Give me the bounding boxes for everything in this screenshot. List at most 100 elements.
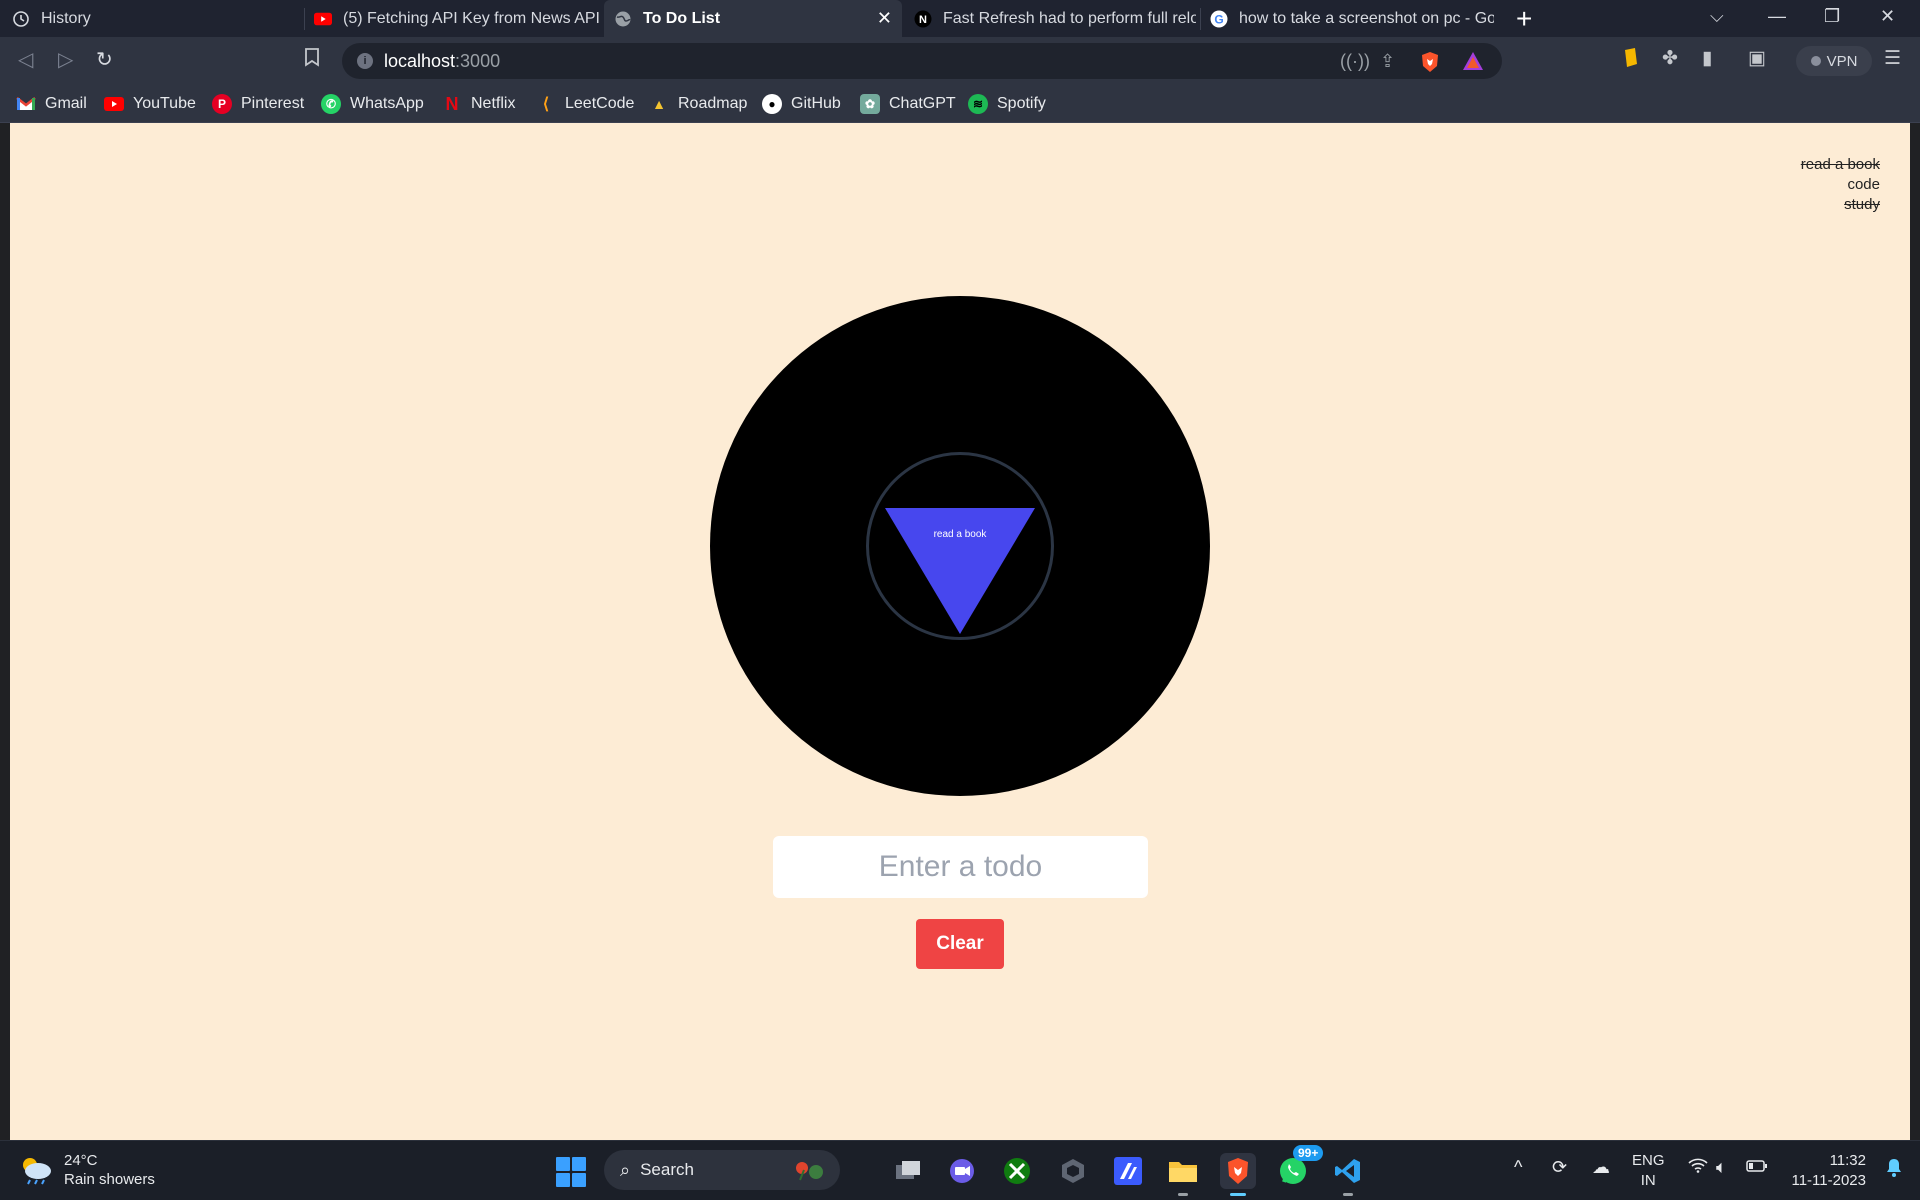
clock[interactable]: 11:32 11-11-2023 (1791, 1151, 1866, 1191)
sidebar-icon[interactable]: ▮ (1702, 47, 1712, 70)
cast-icon[interactable]: ((·)) (1340, 51, 1370, 72)
weather-widget[interactable]: 24°C Rain showers (18, 1151, 155, 1189)
bookmark-pinterest[interactable]: P Pinterest (212, 92, 304, 116)
close-tab-icon[interactable]: ✕ (877, 8, 892, 29)
nextjs-icon: N (914, 10, 932, 28)
language-indicator[interactable]: ENG IN (1632, 1151, 1665, 1191)
clock-date: 11-11-2023 (1791, 1172, 1866, 1189)
onedrive-icon[interactable]: ☁ (1592, 1157, 1610, 1178)
chat-app-icon[interactable] (944, 1153, 980, 1189)
close-window-icon[interactable]: ✕ (1880, 6, 1895, 27)
vpn-button[interactable]: VPN (1796, 46, 1872, 76)
tab-title: Fast Refresh had to perform full reload (943, 9, 1196, 27)
wallet-icon[interactable]: ▣ (1748, 47, 1766, 70)
bookmark-icon[interactable] (304, 47, 320, 73)
todo-input[interactable] (773, 836, 1148, 898)
editor-app-icon[interactable] (1110, 1153, 1146, 1189)
chatgpt-icon: ✿ (860, 94, 880, 114)
tab-fast-refresh[interactable]: N Fast Refresh had to perform full reloa… (914, 0, 1196, 37)
unity-hub-icon[interactable] (1055, 1153, 1091, 1189)
bookmark-spotify[interactable]: ≋ Spotify (968, 92, 1046, 116)
tab-todo-list[interactable]: To Do List ✕ (604, 0, 902, 37)
notification-badge: 99+ (1293, 1145, 1324, 1161)
share-icon[interactable]: ⇪ (1380, 51, 1395, 72)
youtube-icon (104, 94, 124, 114)
bookmark-github[interactable]: ● GitHub (762, 92, 841, 116)
brave-browser-icon[interactable] (1220, 1153, 1256, 1196)
spinner-disc[interactable]: read a book (710, 296, 1210, 796)
pinterest-icon: P (212, 94, 232, 114)
bookmark-chatgpt[interactable]: ✿ ChatGPT (860, 92, 956, 116)
running-indicator (1230, 1193, 1246, 1196)
bookmark-youtube[interactable]: YouTube (104, 92, 196, 116)
restore-icon[interactable]: ❐ (1824, 6, 1840, 27)
github-icon: ● (762, 94, 782, 114)
battery-icon[interactable] (1746, 1157, 1768, 1178)
vpn-status-icon (1810, 56, 1821, 66)
tab-title: To Do List (643, 9, 721, 27)
xbox-icon[interactable] (999, 1153, 1035, 1189)
menu-icon[interactable]: ☰ (1884, 47, 1901, 70)
wallet-extension-icon[interactable] (1622, 47, 1640, 75)
forward-icon[interactable]: ▷ (58, 47, 73, 72)
todo-item-done[interactable]: read a book (1801, 155, 1880, 175)
bookmark-roadmap[interactable]: ▲ Roadmap (649, 92, 747, 116)
search-highlight-icon (792, 1158, 826, 1188)
tab-news-api-video[interactable]: (5) Fetching API Key from News API | C (314, 0, 600, 37)
history-icon (12, 10, 30, 28)
tab-title: how to take a screenshot on pc - Goo (1239, 9, 1494, 27)
bookmark-netflix[interactable]: N Netflix (442, 92, 516, 116)
bookmark-gmail[interactable]: Gmail (16, 92, 87, 116)
whatsapp-icon: ✆ (321, 94, 341, 114)
extensions-icon[interactable]: ✤ (1662, 47, 1678, 70)
whatsapp-app-icon[interactable]: 99+ (1275, 1145, 1324, 1189)
running-indicator (1178, 1193, 1188, 1196)
netflix-icon: N (445, 93, 459, 114)
tab-google-search[interactable]: G how to take a screenshot on pc - Goo (1210, 0, 1494, 37)
reload-icon[interactable]: ↻ (96, 47, 113, 72)
brave-rewards-icon[interactable] (1462, 51, 1484, 76)
running-indicator (1343, 1193, 1353, 1196)
search-icon: ⌕ (620, 1159, 631, 1180)
tab-title: History (41, 9, 91, 27)
tab-title: (5) Fetching API Key from News API | C (343, 9, 600, 27)
clock-time: 11:32 (1829, 1152, 1866, 1169)
address-bar[interactable]: i localhost:3000 ((·)) ⇪ (342, 43, 1502, 79)
todo-item-done[interactable]: study (1801, 195, 1880, 215)
brave-shields-icon[interactable] (1420, 51, 1440, 78)
taskbar: 24°C Rain showers ⌕ Search 99+ ^ ⟳ ☁ ENG… (0, 1140, 1920, 1200)
back-icon[interactable]: ◁ (18, 47, 33, 72)
task-view-icon[interactable] (890, 1153, 926, 1189)
inner-ring (866, 452, 1054, 640)
spotify-icon: ≋ (968, 94, 988, 114)
show-hidden-icons-chevron-icon[interactable]: ^ (1514, 1157, 1522, 1178)
url-text[interactable]: localhost:3000 (384, 51, 500, 72)
youtube-icon (314, 10, 332, 28)
vscode-icon[interactable] (1330, 1153, 1366, 1196)
globe-icon (614, 10, 632, 28)
volume-icon[interactable]: 🔈︎ (1716, 1157, 1727, 1178)
start-button[interactable] (556, 1157, 586, 1187)
tab-divider (304, 8, 305, 30)
rain-cloud-icon (18, 1155, 54, 1185)
taskbar-search[interactable]: ⌕ Search (604, 1150, 840, 1190)
file-explorer-icon[interactable] (1165, 1153, 1201, 1196)
todo-list: read a book code study (1801, 155, 1880, 215)
bookmark-leetcode[interactable]: ⟨ LeetCode (536, 92, 635, 116)
sync-icon[interactable]: ⟳ (1552, 1157, 1567, 1178)
clear-button[interactable]: Clear (916, 919, 1004, 969)
wifi-icon[interactable] (1688, 1157, 1708, 1178)
minimize-icon[interactable]: — (1768, 6, 1786, 27)
google-icon: G (1210, 10, 1228, 28)
gmail-icon (16, 94, 36, 114)
svg-text:N: N (919, 14, 927, 26)
tab-history[interactable]: History (12, 0, 302, 37)
site-info-icon[interactable]: i (357, 53, 373, 69)
leetcode-icon: ⟨ (542, 96, 550, 113)
todo-item[interactable]: code (1801, 175, 1880, 195)
bookmark-whatsapp[interactable]: ✆ WhatsApp (321, 92, 424, 116)
tab-search-chevron-icon[interactable]: ⌵ (1710, 6, 1724, 27)
spinner-label: read a book (933, 529, 987, 540)
new-tab-button[interactable]: + (1516, 3, 1532, 35)
notification-bell-icon[interactable] (1886, 1157, 1902, 1182)
